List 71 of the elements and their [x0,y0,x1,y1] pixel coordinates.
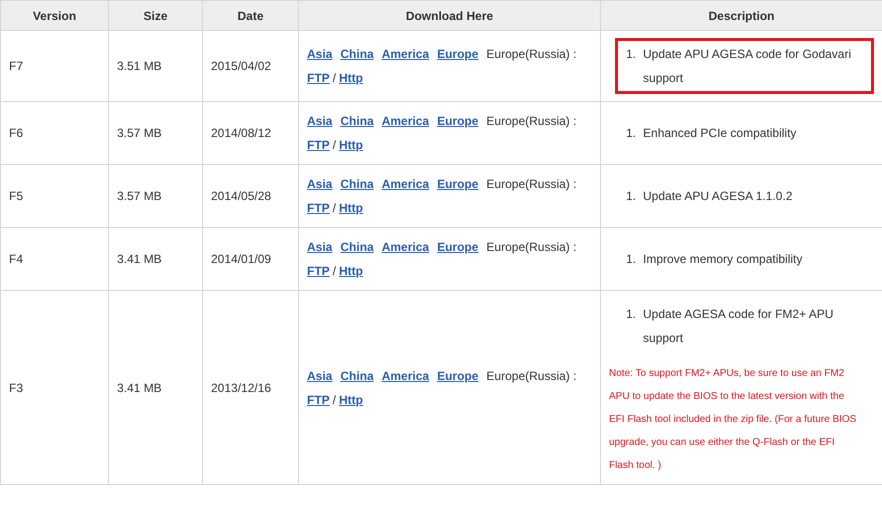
region-text: Europe(Russia) : [486,114,576,128]
column-header: Date [202,0,298,30]
download-link[interactable]: Asia [307,114,332,128]
version-text: F4 [9,252,24,266]
item-number: 1. [626,251,636,268]
version-text: F5 [9,189,24,203]
item-number: 1. [626,125,636,142]
column-header: Description [600,0,882,30]
download-link[interactable]: China [340,368,374,382]
date-text: 2014/08/12 [211,126,272,140]
download-link[interactable]: Europe [437,114,478,128]
protocol-link[interactable]: FTP [307,71,330,85]
size-text: 3.57 MB [117,189,162,203]
item-number: 1. [626,306,636,323]
item-number: 1. [626,188,636,205]
region-text: Europe(Russia) : [486,368,576,382]
protocol-link[interactable]: FTP [307,201,330,215]
download-link[interactable]: Europe [437,177,478,191]
separator-text: / [332,392,336,406]
separator-text: / [332,201,336,215]
separator-text: / [332,71,336,85]
description-text: Update AGESA code for FM2+ APU support [643,306,834,347]
protocol-link[interactable]: Http [339,138,364,152]
download-link[interactable]: Asia [307,47,332,61]
note-text: Note: To support FM2+ APUs, be sure to use an FM2 APU to update the BIOS to the latest version with the EFI Flash tool included in the zip file. (For a future BIOS upgrade, you can use either the Q-Flash or the EFI Flash tool. ) [609,367,858,473]
protocol-link[interactable]: FTP [307,392,330,406]
download-link[interactable]: America [382,177,430,191]
protocol-link[interactable]: Http [339,201,364,215]
version-text: F6 [9,126,24,140]
version-text: F7 [9,59,24,73]
download-link[interactable]: China [340,47,374,61]
region-text: Europe(Russia) : [486,177,576,191]
protocol-link[interactable]: Http [339,392,364,406]
download-link[interactable]: Asia [307,240,332,254]
download-link[interactable]: China [340,114,374,128]
date-text: 2013/12/16 [211,380,272,394]
download-link[interactable]: China [340,240,374,254]
region-text: Europe(Russia) : [486,47,576,61]
download-link[interactable]: Europe [437,47,478,61]
download-link[interactable]: Europe [437,368,478,382]
column-header: Version [0,0,108,30]
size-text: 3.41 MB [117,252,162,266]
column-header: Size [108,0,202,30]
protocol-link[interactable]: Http [339,264,364,278]
column-header: Download Here [298,0,600,30]
download-link[interactable]: America [382,368,430,382]
download-link[interactable]: Asia [307,177,332,191]
date-text: 2015/04/02 [211,59,272,73]
size-text: 3.41 MB [117,380,162,394]
size-text: 3.57 MB [117,126,162,140]
download-link[interactable]: China [340,177,374,191]
date-text: 2014/01/09 [211,252,272,266]
region-text: Europe(Russia) : [486,240,576,254]
description-text: Update APU AGESA code for Godavari support [643,46,852,87]
description-text: Enhanced PCIe compatibility [643,125,796,142]
protocol-link[interactable]: Http [339,71,364,85]
protocol-link[interactable]: FTP [307,264,330,278]
date-text: 2014/05/28 [211,189,272,203]
description-text: Update APU AGESA 1.1.0.2 [643,188,792,205]
download-link[interactable]: America [382,114,430,128]
separator-text: / [332,138,336,152]
download-link[interactable]: Europe [437,240,478,254]
description-text: Improve memory compatibility [643,251,802,268]
size-text: 3.51 MB [117,59,162,73]
separator-text: / [332,264,336,278]
download-link[interactable]: America [382,47,430,61]
item-number: 1. [626,46,636,63]
protocol-link[interactable]: FTP [307,138,330,152]
version-text: F3 [9,380,24,394]
download-link[interactable]: Asia [307,368,332,382]
download-link[interactable]: America [382,240,430,254]
